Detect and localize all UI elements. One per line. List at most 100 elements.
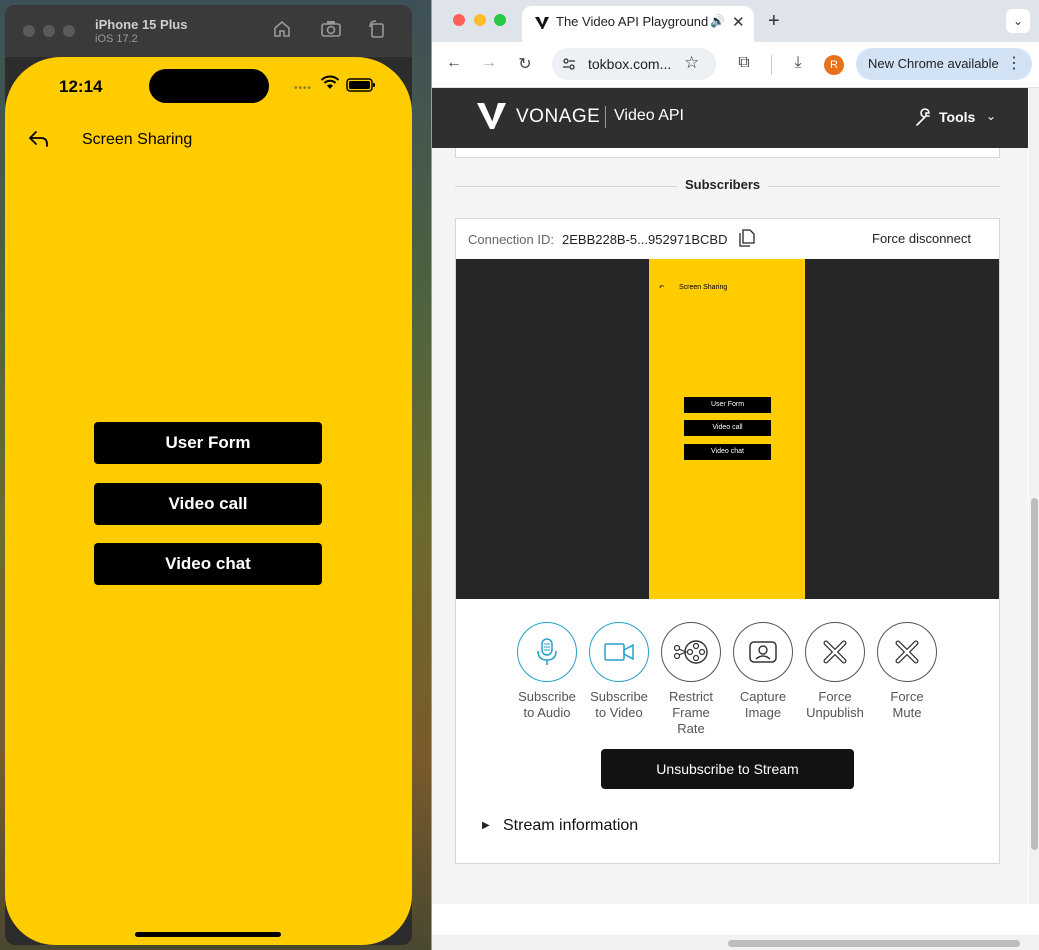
label-line: Mute <box>892 705 922 720</box>
rotate-icon[interactable] <box>365 19 389 43</box>
extensions-icon[interactable]: ⧉ <box>734 54 754 72</box>
minimize-window-button[interactable] <box>474 14 486 26</box>
nav-title: Screen Sharing <box>82 131 193 148</box>
film-reel-icon <box>661 622 721 682</box>
label-line: to Video <box>595 705 643 720</box>
bookmark-star-icon[interactable]: ☆ <box>684 53 699 73</box>
new-chrome-available-button[interactable]: New Chrome available ⋮ <box>856 48 1032 80</box>
section-title: Subscribers <box>677 177 769 192</box>
close-tab-icon[interactable]: ✕ <box>732 13 745 31</box>
site-info-icon[interactable] <box>561 56 577 77</box>
control-label: Subscribe to Video <box>589 689 649 721</box>
vertical-scroll-thumb[interactable] <box>1031 498 1038 850</box>
update-label: New Chrome available <box>868 56 999 71</box>
screenshot-icon[interactable] <box>319 19 343 43</box>
subscriber-video: ↶ Screen Sharing User Form Video call Vi… <box>456 259 999 599</box>
phone-screen: 12:14 •••• Screen Sharing User Form Vide… <box>5 57 412 945</box>
mini-back-icon: ↶ <box>659 285 665 291</box>
user-form-button[interactable]: User Form <box>94 422 322 464</box>
capture-image-icon <box>733 622 793 682</box>
forward-icon[interactable]: → <box>479 54 499 72</box>
simulator-titlebar: iPhone 15 Plus iOS 17.2 <box>5 5 412 57</box>
mini-video-call-button: Video call <box>684 420 771 436</box>
copy-icon[interactable] <box>737 228 757 253</box>
url-text: tokbox.com... <box>588 56 672 72</box>
back-arrow-icon[interactable] <box>27 127 51 151</box>
close-circle-icon <box>805 622 865 682</box>
zoom-window-button[interactable] <box>494 14 506 26</box>
close-window-button[interactable] <box>453 14 465 26</box>
vonage-favicon-icon <box>534 15 550 36</box>
address-bar[interactable]: tokbox.com... ☆ <box>552 48 716 80</box>
force-disconnect-link[interactable]: Force disconnect <box>872 231 971 246</box>
zoom-window-button[interactable] <box>63 25 75 37</box>
label-line: Subscribe <box>590 689 648 704</box>
subscriber-panel: Connection ID: 2EBB228B-5...952971BCBD F… <box>455 218 1000 864</box>
video-call-button[interactable]: Video call <box>94 483 322 525</box>
horizontal-scroll-thumb[interactable] <box>728 940 1020 947</box>
tab-search-icon[interactable]: ⌄ <box>1006 9 1030 33</box>
simulator-device-name: iPhone 15 Plus <box>95 17 188 32</box>
control-label: Subscribe to Audio <box>517 689 577 721</box>
tab-video-api-playground[interactable]: The Video API Playground 🔊 ✕ <box>522 6 754 42</box>
close-circle-icon <box>877 622 937 682</box>
label-line: Capture <box>739 689 787 704</box>
wifi-icon <box>320 75 340 95</box>
toolbar-divider <box>771 55 772 75</box>
tab-strip: The Video API Playground 🔊 ✕ + ⌄ <box>432 0 1039 42</box>
home-indicator[interactable] <box>135 932 281 937</box>
battery-icon <box>346 78 376 96</box>
unsubscribe-stream-button[interactable]: Unsubscribe to Stream <box>601 749 854 789</box>
force-mute-control[interactable]: Force Mute <box>877 622 937 721</box>
vonage-logo-icon <box>476 102 508 135</box>
force-unpublish-control[interactable]: Force Unpublish <box>805 622 865 721</box>
connection-id: 2EBB228B-5...952971BCBD <box>562 232 728 247</box>
close-window-button[interactable] <box>23 25 35 37</box>
reload-icon[interactable]: ↻ <box>515 54 535 74</box>
restrict-frame-rate-control[interactable]: Restrict Frame Rate <box>661 622 721 737</box>
label-line: Subscribe <box>518 689 576 704</box>
simulator-os-version: iOS 17.2 <box>95 33 138 45</box>
subscribe-video-control[interactable]: Subscribe to Video <box>589 622 649 721</box>
status-time: 12:14 <box>59 77 103 96</box>
profile-avatar[interactable]: R <box>824 55 844 75</box>
video-chat-button[interactable]: Video chat <box>94 543 322 585</box>
previous-panel-bottom <box>455 148 1000 158</box>
vonage-header: VONAGE Video API Tools ⌄ <box>432 88 1028 148</box>
video-camera-icon <box>589 622 649 682</box>
capture-image-control[interactable]: Capture Image <box>733 622 793 721</box>
minimize-window-button[interactable] <box>43 25 55 37</box>
home-icon[interactable] <box>270 19 294 43</box>
control-label: Restrict Frame Rate <box>661 689 721 737</box>
new-tab-icon[interactable]: + <box>768 10 780 33</box>
horizontal-scrollbar[interactable] <box>432 935 1039 950</box>
stream-information-toggle[interactable]: Stream information <box>503 817 638 835</box>
label-line: to Audio <box>523 705 571 720</box>
control-label: Force Mute <box>877 689 937 721</box>
shared-screen-preview: ↶ Screen Sharing User Form Video call Vi… <box>649 259 805 599</box>
connection-label: Connection ID: <box>468 232 554 247</box>
simulator-window: iPhone 15 Plus iOS 17.2 12:14 •••• Scree… <box>5 5 412 945</box>
brand-divider <box>605 106 606 128</box>
more-menu-icon[interactable]: ⋮ <box>1006 48 1022 80</box>
back-icon[interactable]: ← <box>444 54 464 72</box>
product-name: Video API <box>614 107 684 124</box>
disclosure-triangle-icon[interactable]: ▶ <box>482 820 490 831</box>
vertical-scrollbar[interactable] <box>1029 88 1039 904</box>
label-line: Force <box>890 689 924 704</box>
dynamic-island <box>149 69 269 103</box>
subscribe-audio-control[interactable]: Subscribe to Audio <box>517 622 577 721</box>
speaker-icon[interactable]: 🔊 <box>710 14 725 28</box>
web-page: VONAGE Video API Tools ⌄ Subscribers Con… <box>432 88 1028 904</box>
browser-toolbar: ← → ↻ tokbox.com... ☆ ⧉ ⤓ R New Chrome a… <box>432 42 1039 88</box>
download-icon[interactable]: ⤓ <box>788 54 808 72</box>
mini-user-form-button: User Form <box>684 397 771 413</box>
cellular-signal-icon: •••• <box>294 83 313 94</box>
control-label: Capture Image <box>733 689 793 721</box>
wrench-icon <box>914 108 934 133</box>
label-line: Force <box>818 689 852 704</box>
brand-name: VONAGE <box>516 106 601 127</box>
tools-label: Tools <box>939 109 976 125</box>
label-line: Restrict <box>668 689 714 704</box>
label-line: Frame Rate <box>672 705 710 736</box>
